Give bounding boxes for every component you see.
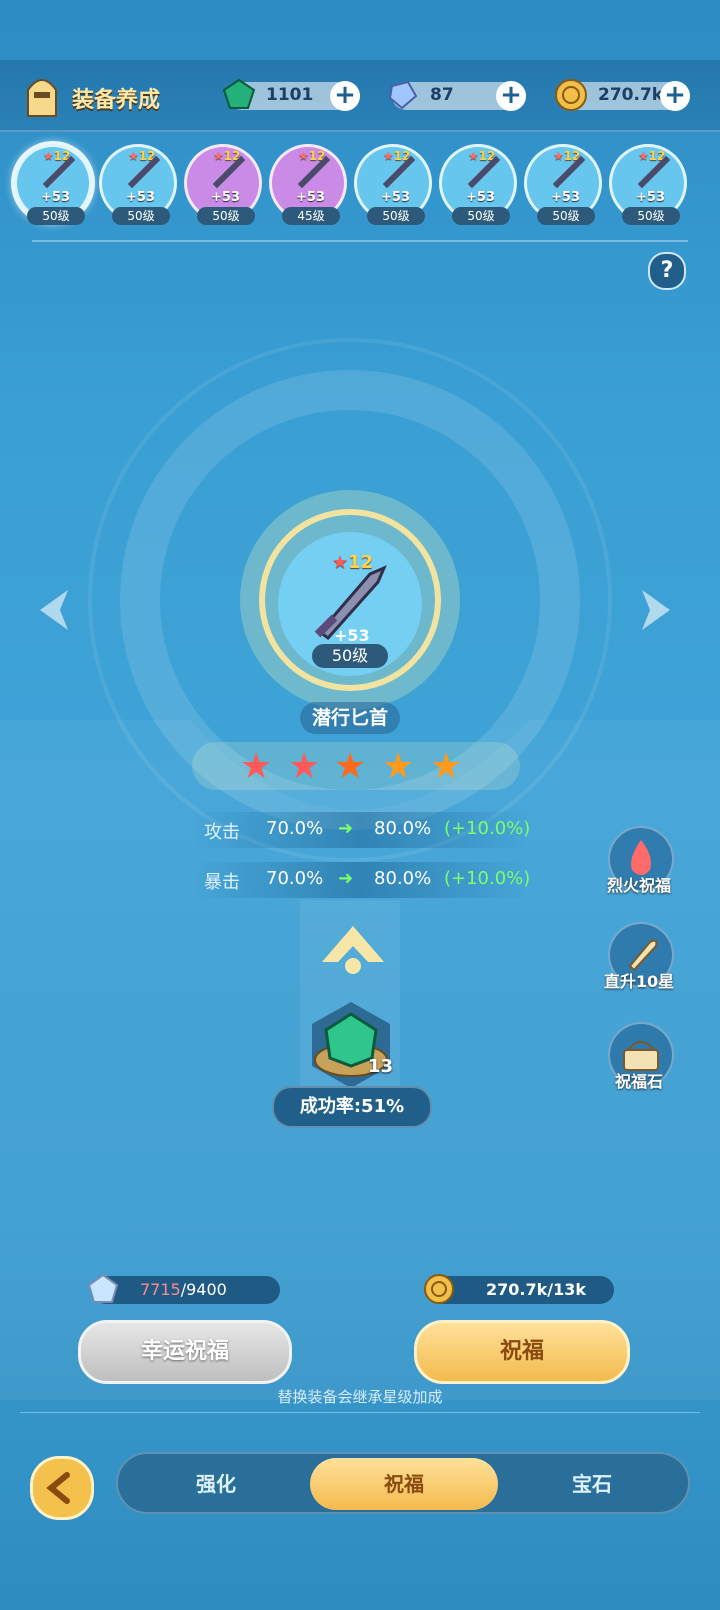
item-level: 50级 (312, 644, 388, 668)
lucky-current: 7715 (140, 1280, 181, 1299)
helmet-icon (27, 79, 57, 117)
arrow-right-icon: ➜ (338, 868, 354, 889)
resource-value: 270.7k (598, 85, 664, 105)
page-title: 装备养成 (72, 88, 161, 113)
green-gem-icon (222, 78, 256, 109)
help-button[interactable]: ? (648, 252, 686, 290)
item-plus: +53 (334, 626, 370, 645)
next-arrow-icon[interactable] (634, 585, 682, 635)
gold-cost-value: 270.7k/13k (486, 1280, 586, 1299)
star-icon: ★ (240, 746, 273, 787)
success-rate: 成功率:51% (272, 1086, 432, 1128)
equip-level: 45级 (282, 207, 340, 225)
rainbow-gem-icon (87, 1273, 119, 1303)
lucky-max: /9400 (180, 1280, 227, 1299)
item-name: 潜行匕首 (300, 702, 400, 734)
back-button[interactable] (30, 1456, 94, 1520)
back-arrow-icon (46, 1472, 70, 1504)
stat-from: 70.0% (266, 818, 324, 839)
inherit-hint: 替换装备会继承星级加成 (277, 1388, 443, 1406)
add-green-gem-button[interactable]: + (330, 81, 360, 111)
equip-level: 50级 (537, 207, 595, 225)
tab-bar: 强化 祝福 宝石 (116, 1452, 690, 1514)
stat-bonus: (+10.0%) (444, 818, 531, 839)
resource-value: 87 (430, 85, 454, 105)
equip-plus: +53 (551, 190, 580, 205)
tab-gem[interactable]: 宝石 (498, 1458, 686, 1510)
divider (20, 1412, 700, 1413)
lucky-progress: 7715/9400 (87, 1273, 280, 1304)
item-stars: 12 (348, 552, 374, 573)
resource-crystal: 87 + (388, 80, 526, 111)
star-icon: ★ (288, 746, 321, 787)
upgrade-arrow-icon (322, 926, 384, 974)
item-star-level: ★12 (332, 552, 374, 573)
stat-from: 70.0% (266, 868, 324, 889)
equipment-slot[interactable]: ★12 +53 50级 (14, 144, 92, 225)
equip-level: 50级 (197, 207, 255, 225)
equipment-slot[interactable]: ★12 +53 50级 (354, 144, 432, 225)
gold-cost: 270.7k/13k (424, 1274, 614, 1304)
resource-green-gem: 1101 + (222, 78, 360, 111)
equip-plus: +53 (211, 190, 240, 205)
side-button-label: 烈火祝福 (606, 876, 671, 895)
star-rating: ★ ★ ★ ★ ★ (192, 742, 520, 790)
divider (32, 240, 688, 242)
equip-plus: +53 (296, 190, 325, 205)
equip-plus: +53 (126, 190, 155, 205)
stat-to: 80.0% (374, 818, 432, 839)
equipment-slot[interactable]: ★12 +53 50级 (99, 144, 177, 225)
blessing-button[interactable]: 祝福 (414, 1320, 630, 1384)
equip-level: 50级 (27, 207, 85, 225)
equipment-slot[interactable]: ★12 +53 50级 (439, 144, 517, 225)
equipment-slot[interactable]: ★12 +53 50级 (184, 144, 262, 225)
arrow-right-icon: ➜ (338, 818, 354, 839)
equip-level: 50级 (112, 207, 170, 225)
gold-coin-icon (424, 1274, 454, 1304)
equipment-slot[interactable]: ★12 +53 50级 (609, 144, 687, 225)
lucky-blessing-button[interactable]: 幸运祝福 (78, 1320, 292, 1384)
add-crystal-button[interactable]: + (496, 81, 526, 111)
resource-gold: 270.7k + (555, 79, 690, 111)
stat-label: 暴击 (204, 872, 240, 893)
previous-arrow-icon[interactable] (28, 585, 76, 635)
equip-level: 50级 (367, 207, 425, 225)
star-icon: ★ (430, 746, 463, 787)
add-gold-button[interactable]: + (660, 81, 690, 111)
stat-to: 80.0% (374, 868, 432, 889)
tab-blessing[interactable]: 祝福 (310, 1458, 498, 1510)
stat-bonus: (+10.0%) (444, 868, 531, 889)
equip-plus: +53 (636, 190, 665, 205)
equip-level: 50级 (452, 207, 510, 225)
resource-value: 1101 (266, 85, 314, 105)
crystal-icon (388, 80, 418, 110)
equip-plus: +53 (381, 190, 410, 205)
equip-plus: +53 (41, 190, 70, 205)
equipment-slot[interactable]: ★12 +53 45级 (269, 144, 347, 225)
side-button-label: 祝福石 (614, 1072, 663, 1091)
tab-enhance[interactable]: 强化 (122, 1458, 310, 1510)
equip-level: 50级 (622, 207, 680, 225)
gold-coin-icon (555, 79, 587, 111)
stat-row-crit: 暴击 70.0% ➜ 80.0% (+10.0%) (192, 862, 530, 898)
star-icon: ★ (334, 746, 367, 787)
star-icon: ★ (382, 746, 415, 787)
equipment-slot[interactable]: ★12 +53 50级 (524, 144, 602, 225)
stat-row-attack: 攻击 70.0% ➜ 80.0% (+10.0%) (192, 812, 530, 848)
side-button-label: 直升10星 (603, 972, 675, 991)
equip-plus: +53 (466, 190, 495, 205)
stat-label: 攻击 (204, 822, 240, 843)
material-count: 13 (368, 1056, 394, 1077)
